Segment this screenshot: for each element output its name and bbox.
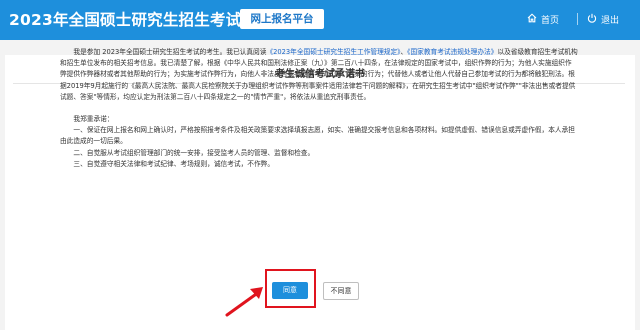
intro-text: 我是参加 2023年全国硕士研究生招生考试的考生。我已认真阅读 [73, 48, 267, 56]
nav-divider [577, 13, 578, 25]
intro-paragraph: 我是参加 2023年全国硕士研究生招生考试的考生。我已认真阅读《2023年全国硕… [60, 47, 578, 103]
pledge-item-1: 一、保证在网上报名和网上确认时，严格按照报考条件及相关政策要求选择填报志愿，如实… [60, 126, 575, 146]
arrow-annotation-icon [225, 287, 263, 317]
home-icon [527, 12, 537, 26]
regulation-link[interactable]: 《2023年全国硕士研究生招生工作管理规定》 [266, 48, 400, 56]
pledge-item-2: 二、自觉服从考试组织管理部门的统一安排，接受监考人员的管理、监督和检查。 [73, 148, 315, 157]
nav-logout-link[interactable]: 退出 [587, 10, 619, 28]
platform-badge: 网上报名平台 [240, 9, 324, 29]
nav-home-link[interactable]: 首页 [527, 10, 559, 28]
violation-rules-link[interactable]: 《国家教育考试违规处理办法》 [407, 48, 497, 56]
pledge-intro: 我郑重承诺： [73, 115, 114, 124]
pledge-content: 我是参加 2023年全国硕士研究生招生考试的考生。我已认真阅读《2023年全国硕… [60, 47, 578, 170]
disagree-button[interactable]: 不同意 [323, 282, 359, 300]
pledge-item-3: 三、自觉遵守相关法律和考试纪律、考场规则，诚信考试，不作弊。 [73, 159, 275, 168]
top-header: 2023年全国硕士研究生招生考试 网上报名平台 首页 退出 [0, 0, 640, 40]
logout-label: 退出 [601, 15, 620, 26]
home-label: 首页 [541, 15, 560, 26]
agree-button[interactable]: 同意 [272, 282, 308, 299]
power-icon [587, 13, 597, 26]
exam-title: 2023年全国硕士研究生招生考试 [9, 11, 242, 29]
